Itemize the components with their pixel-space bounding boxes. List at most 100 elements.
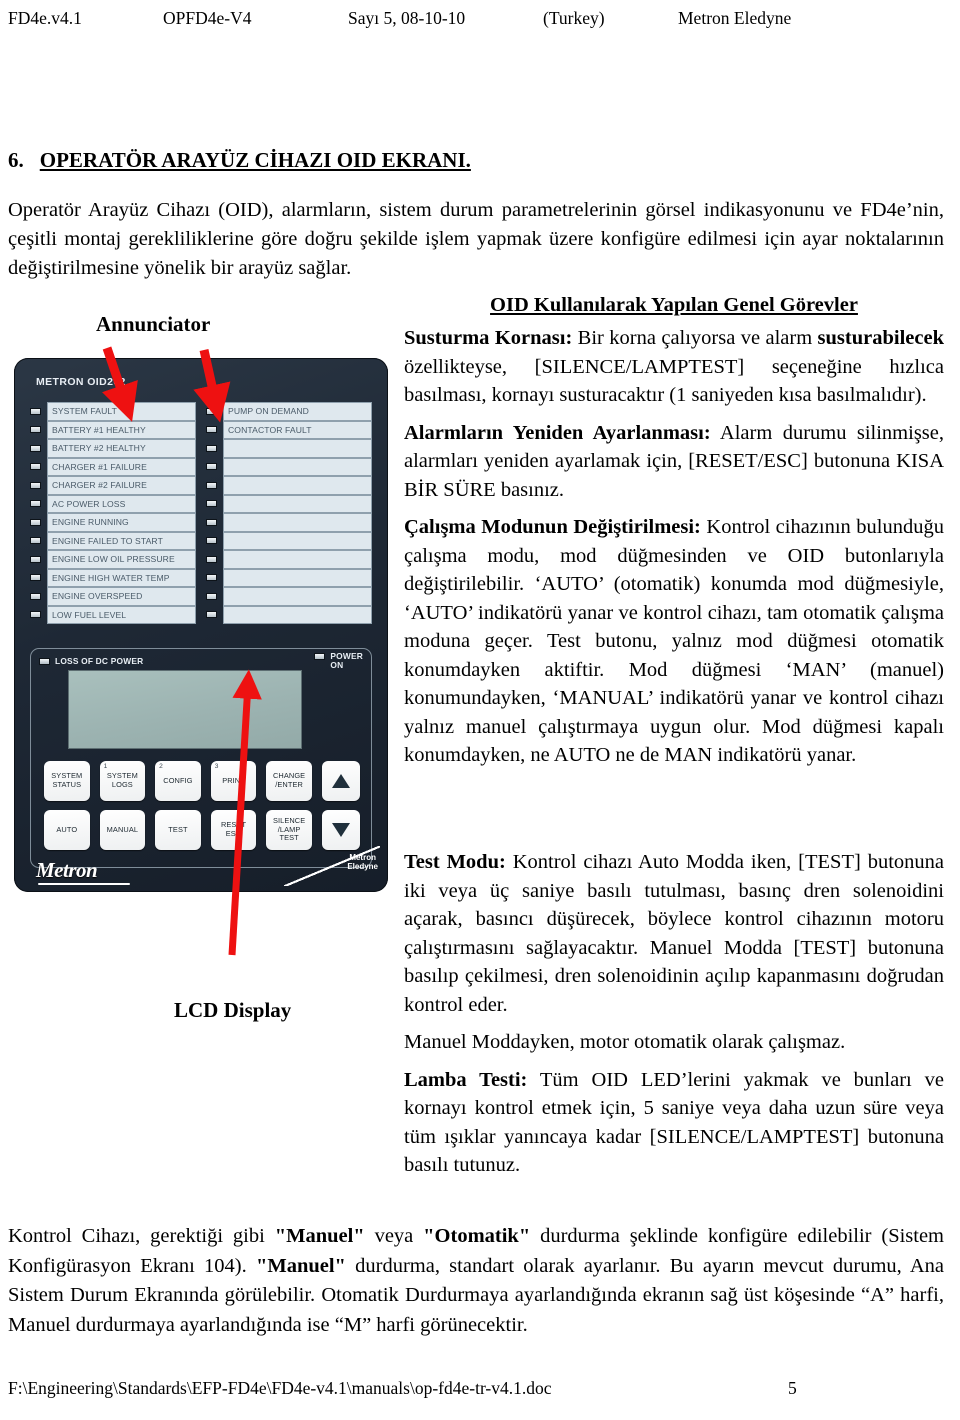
annunciator-row: ENGINE FAILED TO START	[30, 531, 196, 550]
annunciator-right-column: PUMP ON DEMAND CONTACTOR FAULT	[206, 402, 372, 624]
annunciator-row	[206, 587, 372, 606]
key-test[interactable]: TEST	[155, 810, 201, 850]
annunciator-label: ENGINE HIGH WATER TEMP	[47, 568, 196, 587]
annunciator-row: PUMP ON DEMAND	[206, 402, 372, 421]
led-icon	[206, 537, 217, 545]
led-icon	[30, 463, 41, 471]
led-icon	[206, 611, 217, 619]
annunciator-label: CHARGER #1 FAILURE	[47, 457, 196, 476]
down-arrow-key[interactable]	[321, 810, 361, 850]
annunciator-row: BATTERY #2 HEALTHY	[30, 439, 196, 458]
led-icon	[30, 426, 41, 434]
key-label: RESET ESC	[220, 820, 247, 838]
header-country: (Turkey)	[543, 8, 605, 28]
key-number: 1	[103, 763, 108, 770]
key-reset-esc[interactable]: RESET ESC	[210, 810, 257, 850]
metron-logo: Metron	[36, 858, 131, 885]
annunciator-row: CHARGER #1 FAILURE	[30, 457, 196, 476]
key-manual[interactable]: MANUAL	[99, 810, 146, 850]
corner-logo-text: Metron Eledyne	[347, 853, 378, 871]
annunciator-row	[206, 513, 372, 532]
paragraph-lead-in: Çalışma Modunun Değiştirilmesi:	[404, 516, 701, 538]
led-icon	[206, 444, 217, 452]
callout-label-lcd-display: LCD Display	[174, 998, 292, 1022]
paragraph-lead-in: Test Modu:	[404, 851, 506, 873]
key-system-status[interactable]: SYSTEM STATUS	[44, 761, 90, 801]
annunciator-label	[223, 494, 372, 513]
annunciator-label: SYSTEM FAULT	[47, 402, 196, 421]
body-paragraph: Susturma Kornası: Bir korna çalıyorsa ve…	[404, 327, 944, 406]
closing-paragraph: Kontrol Cihazı, gerektiği gibi "Manuel" …	[8, 1225, 945, 1336]
annunciator-row: LOW FUEL LEVEL	[30, 605, 196, 624]
power-on-label: POWER ON	[330, 652, 363, 670]
oid-device-figure: METRON OID202 SYSTEM FAULT BATTERY #1 HEA…	[8, 352, 394, 900]
annunciator-label	[223, 568, 372, 587]
annunciator-label	[223, 513, 372, 532]
corner-logo-line1: Metron	[349, 853, 376, 862]
key-silence--lamp-test[interactable]: SILENCE/LAMP TEST	[266, 810, 312, 850]
annunciator-row: ENGINE OVERSPEED	[30, 587, 196, 606]
intro-paragraph: Operatör Arayüz Cihazı (OID), alarmların…	[8, 199, 944, 279]
lcd-display-screen	[68, 670, 302, 749]
annunciator-label	[223, 587, 372, 606]
key-label: PRINT	[222, 775, 245, 785]
lower-control-panel: LOSS OF DC POWER POWER ON SYSTEM STATUS 1 S…	[30, 648, 372, 868]
annunciator-left-column: SYSTEM FAULT BATTERY #1 HEALTHY BATTERY #2…	[30, 402, 196, 624]
annunciator-row	[206, 568, 372, 587]
page-title: OPERATÖR ARAYÜZ CİHAZI OID EKRANI.	[39, 148, 471, 172]
led-icon	[30, 481, 41, 489]
key-label: CHANGE/ENTER	[272, 771, 306, 789]
loss-of-dc-power-label: LOSS OF DC POWER	[55, 656, 144, 666]
key-number: 2	[159, 763, 163, 770]
key-number: 3	[214, 763, 219, 770]
section-number: 6.	[8, 148, 24, 172]
callout-label-annunciator: Annunciator	[96, 312, 211, 336]
annunciator-label	[223, 457, 372, 476]
paragraph-lead-in: Alarmların Yeniden Ayarlanması:	[404, 421, 711, 444]
right-column-paragraphs: Susturma Kornası: Bir korna çalıyorsa ve…	[404, 324, 944, 770]
annunciator-row: CHARGER #2 FAILURE	[30, 476, 196, 495]
key-change--enter[interactable]: CHANGE/ENTER	[266, 761, 312, 801]
annunciator-row	[206, 605, 372, 624]
led-icon	[30, 537, 41, 545]
annunciator-label: ENGINE RUNNING	[47, 513, 196, 532]
body-paragraph: Çalışma Modunun Değiştirilmesi: Kontrol …	[404, 516, 945, 766]
led-icon	[206, 592, 217, 600]
led-icon	[206, 463, 217, 471]
header-issue: Sayı 5, 08-10-10	[348, 8, 466, 28]
footer-file-path: F:\Engineering\Standards\EFP-FD4e\FD4e-v…	[8, 1378, 552, 1398]
led-icon	[206, 574, 217, 582]
key-system-logs[interactable]: 1 SYSTEM LOGS	[99, 761, 146, 801]
annunciator-row	[206, 531, 372, 550]
led-icon	[30, 555, 41, 563]
annunciator-row: ENGINE LOW OIL PRESSURE	[30, 550, 196, 569]
section-heading: 6. OPERATÖR ARAYÜZ CİHAZI OID EKRANI.	[8, 148, 471, 173]
key-label: SYSTEM LOGS	[106, 771, 138, 789]
annunciator-label: ENGINE LOW OIL PRESSURE	[47, 550, 196, 569]
key-auto[interactable]: AUTO	[44, 810, 90, 850]
annunciator-label: CHARGER #2 FAILURE	[47, 476, 196, 495]
led-icon	[206, 407, 217, 415]
led-icon	[206, 555, 217, 563]
key-config[interactable]: 2 CONFIG	[155, 761, 201, 801]
led-icon	[39, 658, 50, 665]
annunciator-label	[223, 531, 372, 550]
annunciator-row	[206, 550, 372, 569]
led-icon	[314, 653, 326, 660]
led-icon	[30, 574, 41, 582]
document-page: FD4e.v4.1 OPFD4e-V4 Sayı 5, 08-10-10 (Turke…	[0, 0, 960, 1420]
annunciator-row	[206, 494, 372, 513]
keypad: SYSTEM STATUS 1 SYSTEM LOGS 2 CONFIG 3 PRINT CHAN…	[44, 761, 361, 850]
right-column-lower: Test Modu: Kontrol cihazı Auto Modda ike…	[404, 848, 944, 1189]
key-print[interactable]: 3 PRINT	[210, 761, 257, 801]
panel-status-row: LOSS OF DC POWER POWER ON	[39, 652, 363, 670]
led-icon	[30, 518, 41, 526]
annunciator-row	[206, 439, 372, 458]
annunciator-row: ENGINE HIGH WATER TEMP	[30, 568, 196, 587]
triangle-down-icon	[331, 823, 350, 837]
led-icon	[30, 592, 41, 600]
device-model-label: METRON OID202	[36, 376, 126, 388]
paragraph-lead-in: Lamba Testi:	[404, 1068, 528, 1091]
up-arrow-key[interactable]	[321, 761, 361, 801]
annunciator-label: LOW FUEL LEVEL	[47, 605, 196, 624]
